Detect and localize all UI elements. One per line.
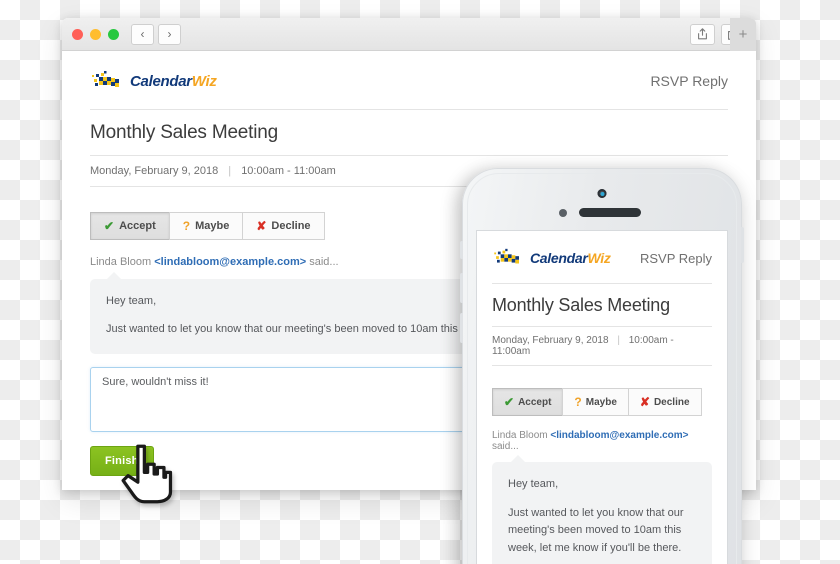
cross-icon: ✘ [639, 395, 650, 409]
new-tab-button[interactable]: + [730, 18, 756, 51]
sender-email[interactable]: <lindabloom@example.com> [154, 256, 306, 268]
logo-text-primary: Calendar [130, 72, 192, 90]
phone-screen: CalendarWiz RSVP Reply Monthly Sales Mee… [477, 231, 727, 564]
check-icon: ✔ [104, 219, 115, 233]
phone-page-content: CalendarWiz RSVP Reply Monthly Sales Mee… [477, 231, 727, 564]
phone-site-header: CalendarWiz RSVP Reply [492, 231, 712, 283]
logo[interactable]: CalendarWiz [90, 69, 217, 93]
phone-sender-name: Linda Bloom [492, 430, 548, 441]
minimize-window-button[interactable] [90, 28, 101, 40]
logo-text-secondary: Wiz [191, 72, 217, 90]
screenshot-stage: ‹ › + CalendarWiz RSVP Reply Monthly Sal… [0, 0, 840, 564]
phone-sender-email[interactable]: <lindabloom@example.com> [550, 430, 688, 441]
check-icon: ✔ [504, 395, 515, 409]
question-icon: ? [574, 395, 582, 409]
phone-mute-switch[interactable] [460, 241, 463, 259]
forward-button[interactable]: › [158, 23, 181, 45]
phone-message-greeting: Hey team, [508, 478, 559, 490]
phone-maybe-button-label: Maybe [585, 396, 617, 408]
logo-text: CalendarWiz [130, 73, 217, 90]
back-button[interactable]: ‹ [131, 23, 154, 45]
phone-decline-button[interactable]: ✘ Decline [627, 388, 702, 416]
phone-mockup: CalendarWiz RSVP Reply Monthly Sales Mee… [460, 168, 744, 564]
phone-logo-text-primary: Calendar [530, 250, 588, 266]
close-window-button[interactable] [72, 28, 83, 40]
accept-button[interactable]: ✔ Accept [90, 212, 170, 240]
decline-button[interactable]: ✘ Decline [242, 212, 325, 240]
maximize-window-button[interactable] [108, 28, 119, 40]
decline-button-label: Decline [271, 220, 311, 232]
phone-decline-button-label: Decline [653, 396, 690, 408]
event-time: 10:00am - 11:00am [241, 165, 336, 177]
phone-logo-text-secondary: Wiz [587, 250, 611, 266]
phone-maybe-button[interactable]: ? Maybe [562, 388, 629, 416]
maybe-button[interactable]: ? Maybe [168, 212, 244, 240]
phone-rsvp-button-group: ✔ Accept ? Maybe ✘ Decline [492, 388, 712, 416]
maybe-button-label: Maybe [195, 220, 230, 232]
accept-button-label: Accept [119, 220, 156, 232]
said-suffix: said... [309, 256, 339, 268]
cross-icon: ✘ [256, 219, 267, 233]
share-icon [698, 28, 707, 40]
checkered-flag-icon [494, 248, 519, 264]
checkered-flag-icon [92, 71, 119, 87]
earpiece-speaker-icon [579, 208, 641, 217]
phone-message-body: Just wanted to let you know that our mee… [508, 506, 684, 554]
phone-volume-up-button[interactable] [460, 273, 463, 303]
site-header: CalendarWiz RSVP Reply [90, 51, 728, 109]
phone-accept-button-label: Accept [518, 396, 552, 408]
question-icon: ? [182, 219, 191, 233]
navigation-buttons: ‹ › [131, 23, 181, 45]
phone-event-title: Monthly Sales Meeting [492, 295, 670, 315]
phone-volume-down-button[interactable] [460, 313, 463, 343]
phone-event-datetime: Monday, February 9, 2018 | 10:00am - 11:… [492, 327, 712, 365]
datetime-separator: | [228, 165, 232, 177]
phone-datetime-separator: | [617, 335, 620, 346]
sender-name: Linda Bloom [90, 256, 152, 268]
hand-pointer-cursor [121, 444, 173, 504]
phone-datetime-divider [492, 365, 712, 366]
event-title: Monthly Sales Meeting [90, 122, 279, 143]
browser-titlebar: ‹ › + [62, 18, 756, 51]
phone-message-bubble: Hey team, Just wanted to let you know th… [492, 454, 712, 564]
phone-accept-button[interactable]: ✔ Accept [492, 388, 564, 416]
phone-said-suffix: said... [492, 441, 519, 452]
phone-logo-text: CalendarWiz [530, 250, 611, 266]
window-controls [72, 28, 119, 40]
phone-event-date: Monday, February 9, 2018 [492, 335, 609, 346]
phone-rsvp-reply-label: RSVP Reply [639, 250, 712, 266]
phone-power-button[interactable] [741, 227, 744, 263]
phone-message-sender-line: Linda Bloom <lindabloom@example.com> sai… [492, 430, 712, 452]
event-date: Monday, February 9, 2018 [90, 165, 219, 177]
front-camera-icon [597, 189, 607, 198]
phone-logo[interactable]: CalendarWiz [492, 247, 611, 269]
rsvp-reply-label: RSVP Reply [650, 73, 728, 89]
share-button[interactable] [690, 23, 715, 45]
proximity-sensor-icon [559, 209, 567, 217]
